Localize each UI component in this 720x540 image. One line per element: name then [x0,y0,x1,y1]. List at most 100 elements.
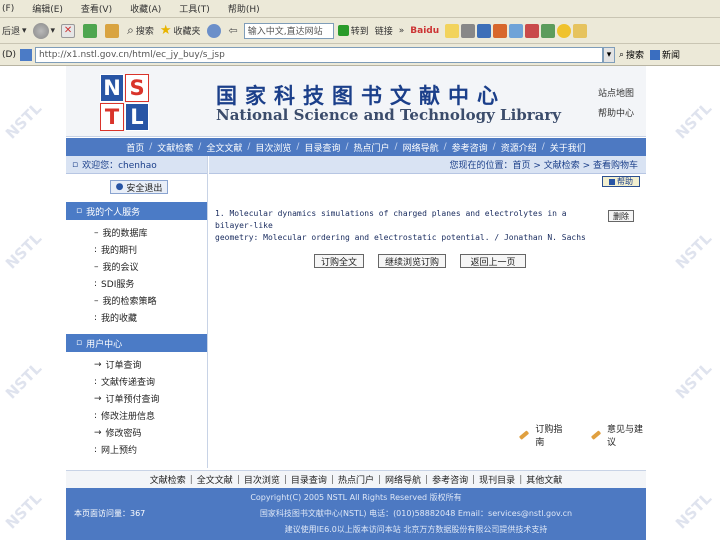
sidebar-item-edit-profile[interactable]: : 修改注册信息 [66,407,207,424]
sidebar-item-my-journals[interactable]: : 我的期刊 [66,241,207,258]
menu-file[interactable]: (F) [2,4,14,14]
nav-resources[interactable]: 资源介绍 [501,141,537,154]
sidebar-item-change-password[interactable]: → 修改密码 [66,424,207,441]
menu-help[interactable]: 帮助(H) [228,2,260,15]
browser-viewport: NSTL NSTL NSTL NSTL NSTL NSTL NSTL NSTL … [0,66,720,540]
baidu-button[interactable]: Baidu [410,26,439,36]
url-field[interactable]: http://x1.nstl.gov.cn/html/ec_jy_buy/s_j… [34,46,603,63]
footer-link-network[interactable]: 网络导航 [385,473,421,486]
tools-icon[interactable] [509,23,524,38]
bullet-icon: ▫ [76,338,83,348]
nav-toc[interactable]: 目次浏览 [255,141,291,154]
sidebar-item-reservation[interactable]: : 网上预约 [66,441,207,458]
sidebar-item-order-query[interactable]: → 订单查询 [66,356,207,373]
delete-button[interactable]: 删除 [608,210,634,222]
menu-edit[interactable]: 编辑(E) [32,2,63,15]
calendar-icon[interactable] [525,23,540,38]
sidebar-item-my-favorites[interactable]: : 我的收藏 [66,309,207,326]
nav-fulltext[interactable]: 全文文献 [206,141,242,154]
go-arrow-icon [337,25,349,36]
sidebar: ▫ 欢迎您：chenhao ● 安全退出 ▫ 我的个人服务 – 我的数据库 : 我的… [66,156,208,468]
nav-portal[interactable]: 热点门户 [354,141,390,154]
sidebar-item-my-conferences[interactable]: – 我的会议 [66,258,207,275]
sidebar-item-delivery-query[interactable]: : 文献传递查询 [66,373,207,390]
nav-about[interactable]: 关于我们 [550,141,586,154]
watermark-right-3: NSTL [671,359,716,403]
footer-link-fulltext[interactable]: 全文文献 [197,473,233,486]
go-button[interactable]: 转到 [337,24,369,37]
edit-icon[interactable] [477,23,492,38]
welcome-bar: ▫ 欢迎您：chenhao [66,156,207,174]
forward-button[interactable]: ▾ [32,22,55,39]
help-button[interactable]: 帮助 [602,176,640,187]
order-guide-link[interactable]: 订购指南 [518,422,567,448]
folder-icon[interactable] [573,23,588,38]
refresh-button[interactable] [83,23,99,38]
welcome-text: 欢迎您：chenhao [82,161,157,171]
back-arrow-button[interactable]: ⇦ [229,24,238,37]
watermark-right-1: NSTL [671,99,716,143]
favorites-button[interactable]: ★ 收藏夹 [160,23,201,38]
watermark-left-3: NSTL [1,359,46,403]
copyright-text: Copyright(C) 2005 NSTL All Rights Reserv… [250,493,462,502]
search-icon: ⌕ [127,23,134,37]
footer-link-portal[interactable]: 热点门户 [338,473,374,486]
footer-link-reference[interactable]: 参考咨询 [432,473,468,486]
nstl-logo[interactable]: N S T L [100,74,150,132]
footer-link-catalog[interactable]: 目录查询 [291,473,327,486]
footer-link-current[interactable]: 现刊目录 [479,473,515,486]
menu-view[interactable]: 查看(V) [81,2,112,15]
watermark-left-2: NSTL [1,229,46,273]
cart-item-line-1: 1. Molecular dynamics simulations of cha… [215,209,567,230]
menu-tools[interactable]: 工具(T) [179,2,210,15]
news-icon [650,49,661,60]
cart-actions: 订购全文 继续浏览订购 返回上一页 [314,254,540,268]
stop-button[interactable]: ✕ [61,23,77,38]
feedback-link[interactable]: 意见与建议 [590,422,646,448]
nav-home[interactable]: 首页 [126,141,144,154]
mail-icon[interactable] [445,23,460,38]
print-icon[interactable] [461,23,476,38]
nav-catalog[interactable]: 目录查询 [304,141,340,154]
news-button[interactable]: 新闻 [650,48,680,61]
sidebar-item-prepay-query[interactable]: → 订单预付查询 [66,390,207,407]
bottom-links: 订购指南 意见与建议 [495,422,646,448]
messenger-icon[interactable] [493,23,508,38]
home-button[interactable] [105,23,121,38]
search-go-button[interactable]: ⌕ 搜索 [619,48,644,62]
search-button[interactable]: ⌕ 搜索 [127,23,154,38]
bullet-icon: ▫ [72,159,79,170]
nav-reference[interactable]: 参考咨询 [452,141,488,154]
chevron-right-icon[interactable]: » [399,26,405,36]
footer-note: 建议使用IE6.0以上版本访问本站 北京万方数据股份有限公司提供技术支持 [284,525,548,534]
footer-link-search[interactable]: 文献检索 [150,473,186,486]
sidebar-item-search-strategy[interactable]: – 我的检索策略 [66,292,207,309]
pencil-icon [518,430,530,440]
history-icon [206,23,221,38]
cart-item-line-2: geometry: Molecular ordering and electro… [215,233,586,242]
sidebar-item-sdi[interactable]: : SDI服务 [66,275,207,292]
nav-network[interactable]: 网络导航 [403,141,439,154]
site-footer: 本页面访问量：367 Copyright(C) 2005 NSTL All Ri… [66,488,646,540]
continue-browsing-button[interactable]: 继续浏览订购 [378,254,446,268]
back-button-page[interactable]: 返回上一页 [460,254,526,268]
nav-search[interactable]: 文献检索 [157,141,193,154]
toolbar-search-input[interactable]: 输入中文,直达网站 [243,22,334,39]
smiley-icon[interactable] [557,23,572,38]
sidebar-item-my-database[interactable]: – 我的数据库 [66,224,207,241]
footer-link-other[interactable]: 其他文献 [526,473,562,486]
personal-section-header: ▫ 我的个人服务 [66,202,207,220]
menu-favorites[interactable]: 收藏(A) [130,2,161,15]
url-dropdown-icon[interactable]: ▾ [602,46,615,63]
history-button[interactable] [206,23,223,38]
bullet-icon: ▫ [76,206,83,216]
help-center-link[interactable]: 帮助中心 [598,104,634,124]
watermark-left-4: NSTL [1,489,46,533]
sitemap-link[interactable]: 站点地图 [598,84,634,104]
back-button[interactable]: 后退 ▾ [2,24,27,38]
logout-button[interactable]: ● 安全退出 [110,180,168,194]
settings-icon[interactable] [541,23,556,38]
links-button[interactable]: 链接 [375,24,393,37]
order-fulltext-button[interactable]: 订购全文 [314,254,364,268]
footer-link-toc[interactable]: 目次浏览 [244,473,280,486]
